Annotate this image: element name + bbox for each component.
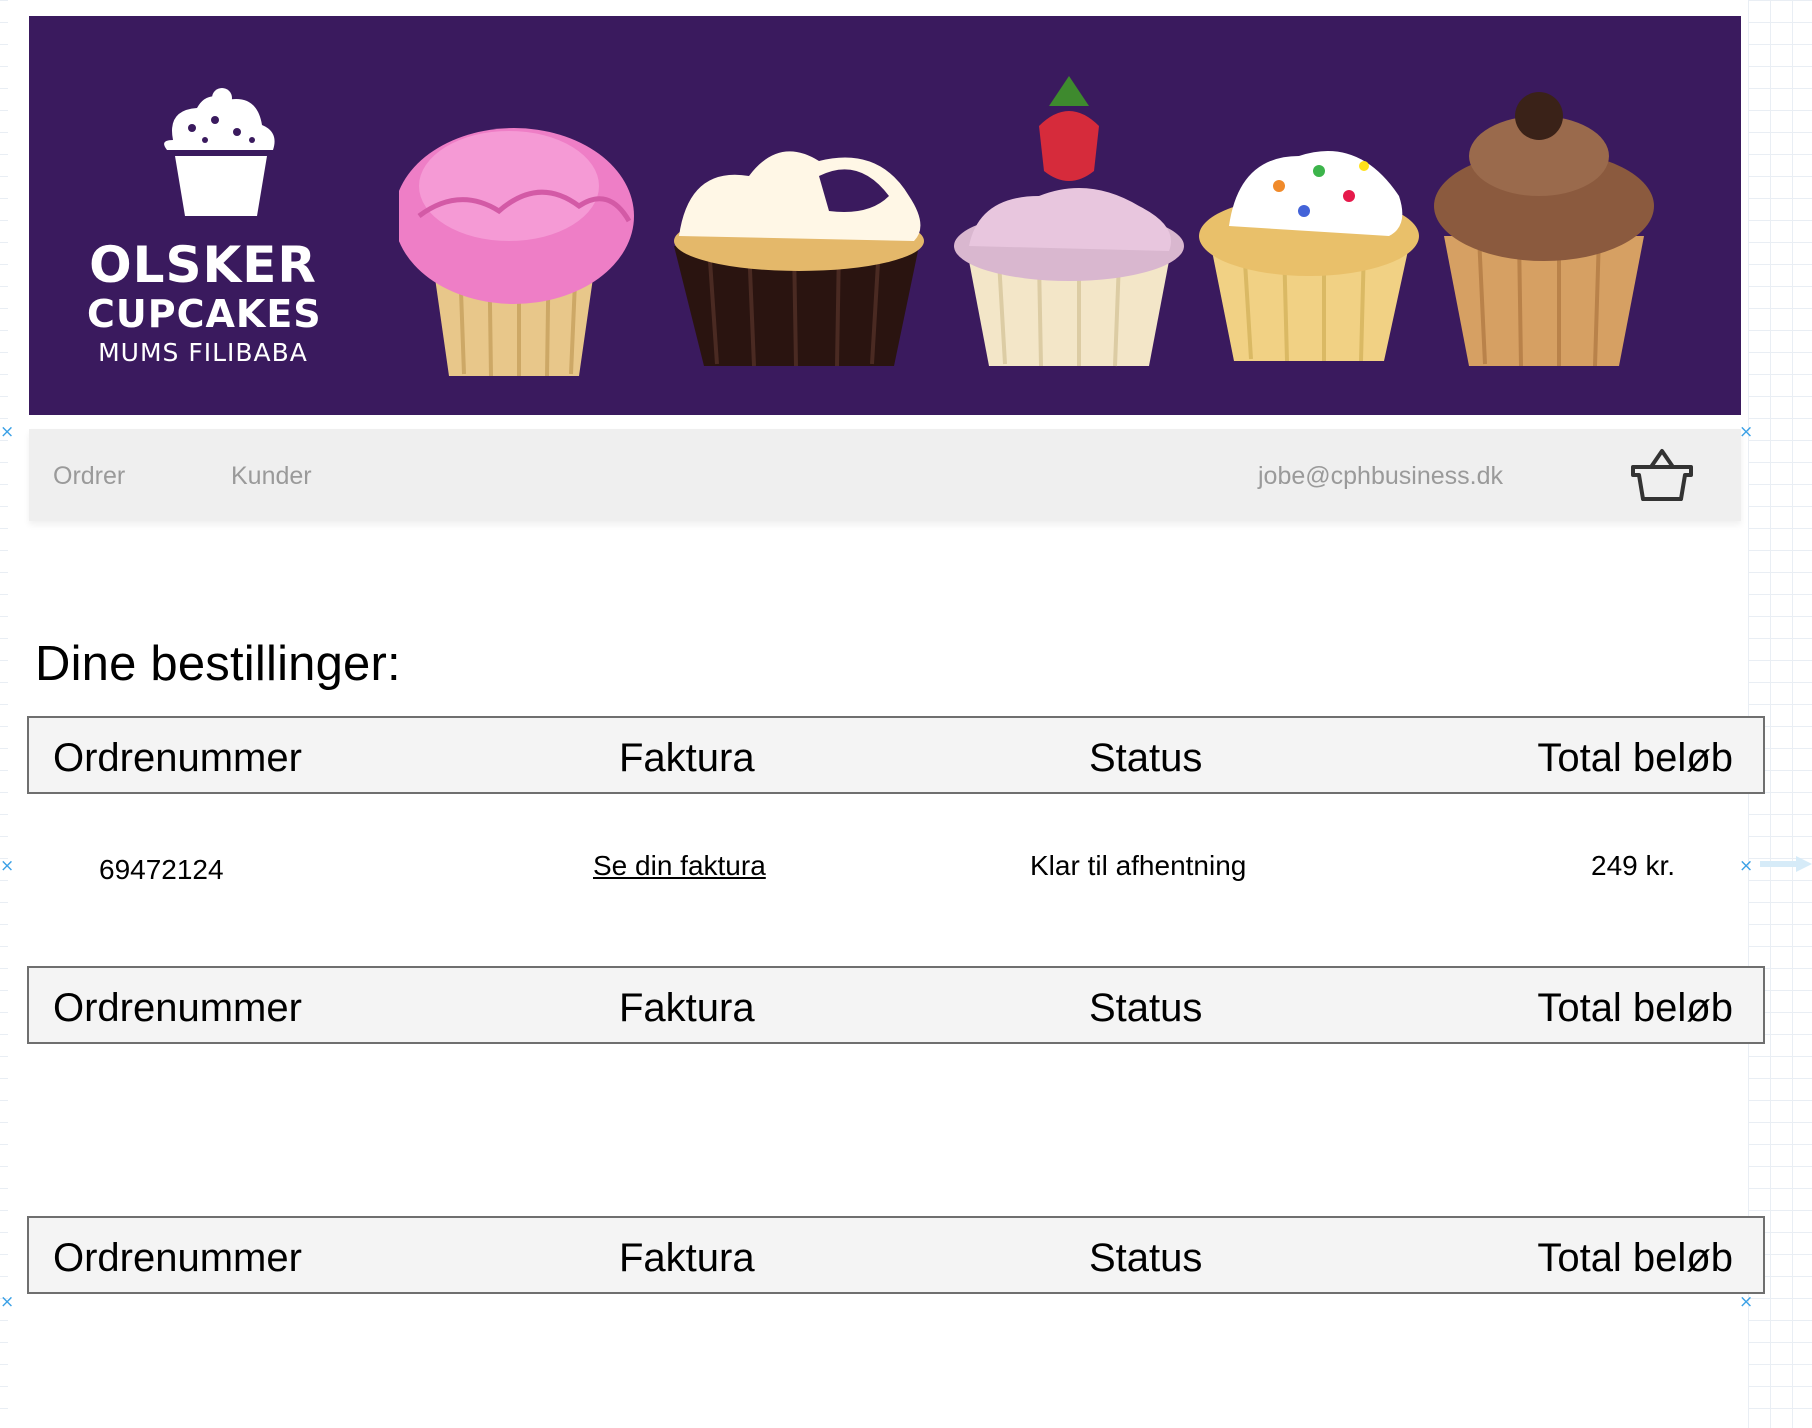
invoice-link[interactable]: Se din faktura <box>593 850 766 882</box>
brand-logo[interactable]: OLSKER CUPCAKES MUMS FILIBABA <box>87 70 322 370</box>
nav-customers-link[interactable]: Kunder <box>231 462 312 491</box>
column-header-invoice: Faktura <box>619 1236 755 1280</box>
selection-marker: × <box>0 856 15 876</box>
order-total: 249 kr. <box>1591 850 1676 881</box>
brand-subname: CUPCAKES <box>87 292 322 336</box>
chocolate-cupcake-icon <box>674 151 924 367</box>
sprinkles-cupcake-icon <box>1199 151 1419 362</box>
brand-tagline: MUMS FILIBABA <box>98 338 308 367</box>
chocolate-frosting-cupcake-icon <box>1434 92 1654 367</box>
column-header-total: Total beløb <box>1537 1236 1733 1280</box>
column-header-status: Status <box>1089 1236 1203 1280</box>
column-header-invoice: Faktura <box>619 736 755 780</box>
basket-icon[interactable] <box>1629 447 1695 505</box>
order-status: Klar til afhentning <box>1030 850 1247 881</box>
strawberry-cupcake-icon <box>954 76 1184 367</box>
pink-cupcake-icon <box>399 128 634 377</box>
editor-grid-left <box>0 0 8 1428</box>
selection-marker: × <box>0 1292 15 1312</box>
column-header-order-number: Ordrenummer <box>53 1236 302 1280</box>
cupcakes-image <box>399 76 1654 377</box>
column-header-invoice: Faktura <box>619 986 755 1030</box>
order-number: 69472124 <box>99 854 224 885</box>
header-banner: OLSKER CUPCAKES MUMS FILIBABA <box>29 16 1741 415</box>
nav-orders-link[interactable]: Ordrer <box>53 462 125 491</box>
column-header-order-number: Ordrenummer <box>53 986 302 1030</box>
connector-arrow-icon <box>1760 856 1812 872</box>
column-header-total: Total beløb <box>1537 736 1733 780</box>
cupcake-logo-icon <box>164 88 275 216</box>
selection-marker: × <box>1739 1292 1754 1312</box>
editor-grid <box>1748 0 1812 1428</box>
selection-marker: × <box>1739 422 1754 442</box>
navigation-bar: Ordrer Kunder jobe@cphbusiness.dk <box>29 429 1741 521</box>
selection-marker: × <box>0 422 15 442</box>
brand-name: OLSKER <box>89 236 317 294</box>
page-title: Dine bestillinger: <box>35 637 401 691</box>
column-header-order-number: Ordrenummer <box>53 736 302 780</box>
column-header-total: Total beløb <box>1537 986 1733 1030</box>
table-header: Ordrenummer Faktura Status Total beløb <box>27 966 1765 1044</box>
table-row: 69472124 Se din faktura Klar til afhentn… <box>27 840 1765 900</box>
table-header: Ordrenummer Faktura Status Total beløb <box>27 716 1765 794</box>
user-email[interactable]: jobe@cphbusiness.dk <box>1258 462 1503 491</box>
column-header-status: Status <box>1089 736 1203 780</box>
column-header-status: Status <box>1089 986 1203 1030</box>
table-header: Ordrenummer Faktura Status Total beløb <box>27 1216 1765 1294</box>
